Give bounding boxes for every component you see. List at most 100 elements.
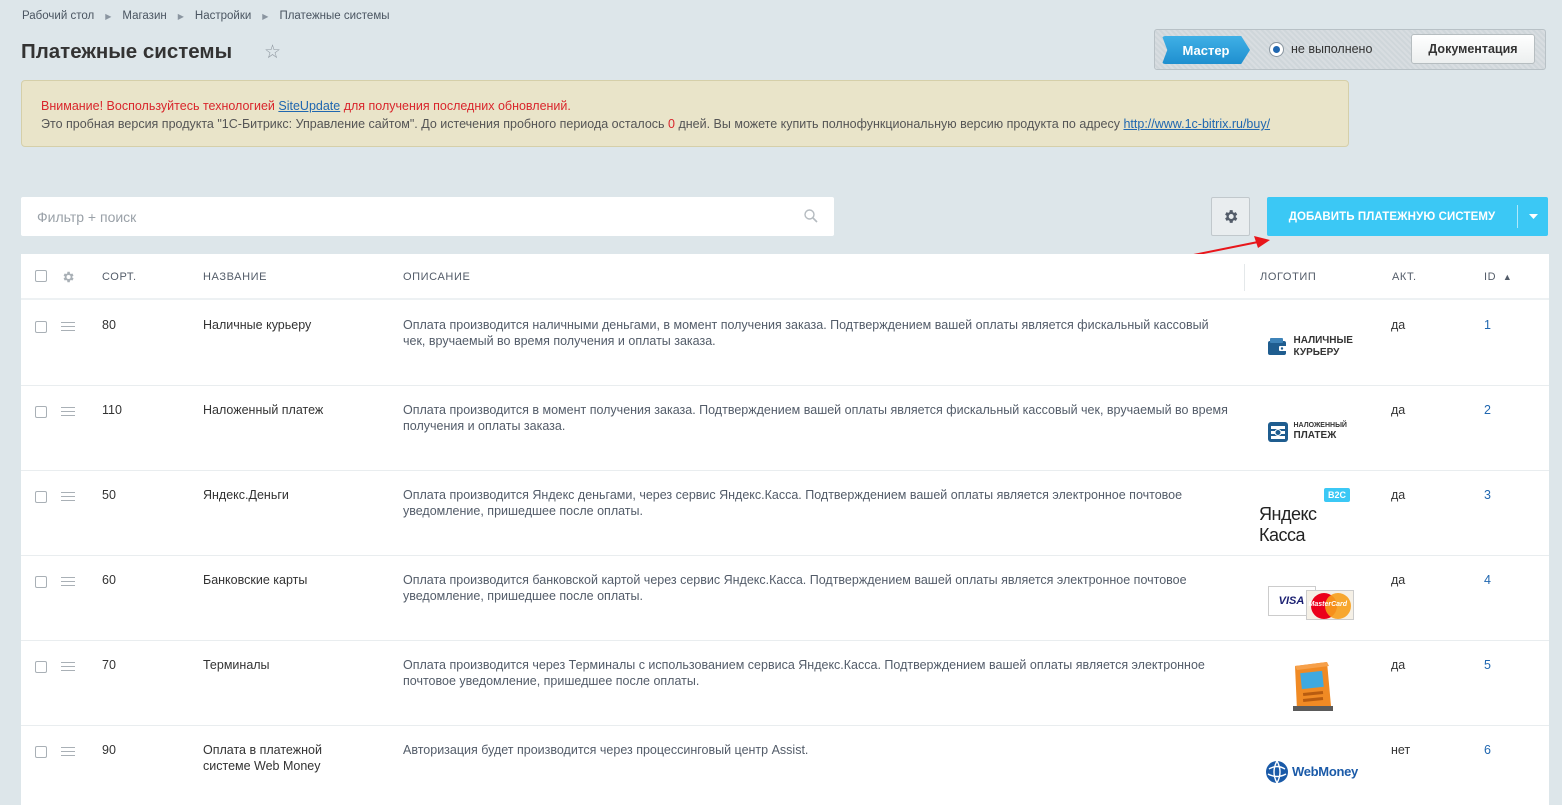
row-active: нет [1391,743,1411,757]
settings-button[interactable] [1211,197,1250,236]
table-row[interactable]: 90 Оплата в платежной системе Web Money … [21,726,1549,805]
row-id[interactable]: 6 [1484,743,1491,759]
row-name[interactable]: Терминалы [203,658,270,674]
column-header-id[interactable]: ID ▲ [1484,271,1512,283]
buy-link[interactable]: http://www.1c-bitrix.ru/buy/ [1123,117,1270,131]
row-sort: 110 [102,403,122,417]
breadcrumb-item[interactable]: Рабочий стол [22,10,94,22]
chevron-right-icon: ▶ [262,11,269,21]
trial-notice: Внимание! Воспользуйтесь технологией Sit… [21,80,1349,147]
row-name[interactable]: Оплата в платежной системе Web Money [203,743,363,774]
breadcrumb-item[interactable]: Настройки [195,10,251,22]
row-sort: 90 [102,743,116,757]
master-panel: Мастер не выполнено Документация [1154,29,1546,70]
row-active: да [1391,403,1406,417]
breadcrumb-item[interactable]: Платежные системы [279,10,389,22]
drag-handle-icon[interactable] [61,407,75,416]
terminal-logo [1259,659,1364,714]
column-resizer[interactable] [1244,264,1245,291]
mastercard-label: MasterCard [1308,600,1348,608]
row-sort: 80 [102,318,116,332]
add-payment-system-label: ДОБАВИТЬ ПЛАТЕЖНУЮ СИСТЕМУ [1288,210,1496,223]
drag-handle-icon[interactable] [61,492,75,501]
gear-icon[interactable] [61,270,75,284]
warning-text: Внимание! Воспользуйтесь технологией [41,99,279,113]
row-id[interactable]: 1 [1484,318,1491,334]
status-indicator-icon [1269,42,1284,57]
row-active: да [1391,573,1406,587]
logo-caption-small: НАЛОЖЕННЫЙ [1293,422,1347,429]
search-icon[interactable] [804,209,818,223]
chevron-down-icon[interactable] [1518,213,1548,220]
yandex-kassa-logo: B2C Яндекс Касса [1259,487,1364,545]
row-id[interactable]: 3 [1484,488,1491,504]
row-checkbox[interactable] [35,576,47,588]
drag-handle-icon[interactable] [61,747,75,756]
table-row[interactable]: 50 Яндекс.Деньги Оплата производится Янд… [21,471,1549,556]
row-name[interactable]: Яндекс.Деньги [203,488,289,504]
cash-icon [1267,421,1288,442]
row-checkbox[interactable] [35,746,47,758]
breadcrumb: Рабочий стол ▶ Магазин ▶ Настройки ▶ Пла… [22,10,390,22]
row-checkbox[interactable] [35,321,47,333]
payment-terminal-icon [1292,661,1333,711]
row-checkbox[interactable] [35,406,47,418]
trial-text: Это пробная версия продукта "1С-Битрикс:… [41,117,669,131]
logo-caption: ПЛАТЕЖ [1293,430,1337,441]
row-sort: 60 [102,573,116,587]
row-checkbox[interactable] [35,661,47,673]
sort-ascending-icon: ▲ [1502,272,1513,282]
wallet-icon [1267,337,1288,355]
siteupdate-link[interactable]: SiteUpdate [278,99,340,113]
column-header-description[interactable]: ОПИСАНИЕ [403,271,470,283]
documentation-button[interactable]: Документация [1411,34,1535,64]
cash-courier-logo: НАЛИЧНЫЕ КУРЬЕРУ [1259,319,1364,374]
master-status: не выполнено [1291,42,1373,56]
add-payment-system-button[interactable]: ДОБАВИТЬ ПЛАТЕЖНУЮ СИСТЕМУ [1267,197,1548,236]
column-header-logo[interactable]: ЛОГОТИП [1260,271,1316,283]
row-id[interactable]: 2 [1484,403,1491,419]
logo-caption: WebMoney [1292,764,1358,779]
filter-search-input[interactable] [21,197,781,236]
warning-text-suffix: для получения последних обновлений. [340,99,571,113]
star-icon[interactable]: ☆ [264,41,281,64]
update-warning: Внимание! Воспользуйтесь технологией Sit… [41,97,1329,115]
column-header-sort[interactable]: СОРТ. [102,271,137,283]
column-header-id-label: ID [1484,271,1497,283]
column-header-active[interactable]: АКТ. [1392,271,1417,283]
drag-handle-icon[interactable] [61,577,75,586]
row-checkbox[interactable] [35,491,47,503]
trial-days: 0 [668,117,675,131]
row-sort: 70 [102,658,116,672]
page-title: Платежные системы [21,40,233,63]
drag-handle-icon[interactable] [61,322,75,331]
logo-caption: Яндекс Касса [1259,503,1317,545]
row-description: Оплата производится в момент получения з… [403,403,1228,433]
row-id[interactable]: 5 [1484,658,1491,674]
row-name[interactable]: Наличные курьеру [203,318,311,334]
row-name[interactable]: Наложенный платеж [203,403,323,419]
row-description: Оплата производится наличными деньгами, … [403,318,1209,348]
table-row[interactable]: 80 Наличные курьеру Оплата производится … [21,301,1549,386]
table-row[interactable]: 110 Наложенный платеж Оплата производитс… [21,386,1549,471]
column-header-name[interactable]: НАЗВАНИЕ [203,271,267,283]
row-description: Оплата производится Яндекс деньгами, чер… [403,488,1183,518]
row-description: Оплата производится через Терминалы с ис… [403,658,1205,688]
master-button[interactable]: Мастер [1162,36,1250,64]
filter-bar [21,197,834,236]
cash-on-delivery-logo: НАЛОЖЕННЫЙ ПЛАТЕЖ [1259,404,1364,459]
globe-icon [1266,760,1288,783]
row-id[interactable]: 4 [1484,573,1491,589]
chevron-right-icon: ▶ [177,11,184,21]
table-row[interactable]: 70 Терминалы Оплата производится через Т… [21,641,1549,726]
breadcrumb-item[interactable]: Магазин [122,10,166,22]
select-all-checkbox[interactable] [35,270,47,282]
row-name[interactable]: Банковские карты [203,573,307,589]
table-header: СОРТ. НАЗВАНИЕ ОПИСАНИЕ ЛОГОТИП АКТ. ID … [21,254,1549,300]
drag-handle-icon[interactable] [61,662,75,671]
gear-icon [1225,210,1238,223]
row-active: да [1391,658,1406,672]
table-row[interactable]: 60 Банковские карты Оплата производится … [21,556,1549,641]
row-description: Авторизация будет производится через про… [403,743,809,757]
row-active: да [1391,488,1406,502]
